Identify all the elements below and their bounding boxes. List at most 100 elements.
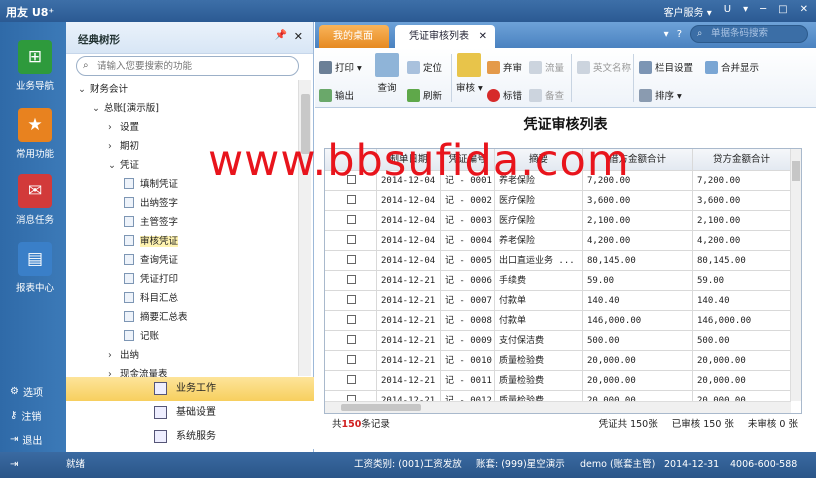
cell-debit: 4,200.00 (583, 231, 693, 251)
close-tab-icon[interactable]: ✕ (479, 25, 487, 48)
table-row[interactable]: 2014-12-21 记 - 0009 支付保洁费 500.00 500.00 (325, 331, 791, 351)
tree-leaf-abstract-summary[interactable]: 摘要汇总表 (124, 308, 188, 327)
row-checkbox-cell (325, 251, 377, 271)
table-row[interactable]: 2014-12-21 记 - 0007 付款单 140.40 140.40 (325, 291, 791, 311)
row-checkbox[interactable] (347, 175, 356, 184)
row-checkbox[interactable] (347, 335, 356, 344)
header-abstract[interactable]: 摘要 (495, 149, 583, 171)
english-name-button[interactable]: 英文名称 (577, 60, 631, 74)
tab-voucher-audit[interactable]: 凭证审核列表 ✕ (395, 25, 495, 48)
scroll-thumb[interactable] (792, 161, 800, 181)
header-credit[interactable]: 贷方金额合计 (693, 149, 791, 171)
table-hscrollbar[interactable] (325, 401, 791, 413)
row-checkbox[interactable] (347, 375, 356, 384)
remark-button[interactable]: 备查 (529, 88, 564, 102)
tree-node-opening[interactable]: › 期初 (108, 137, 139, 156)
locate-button[interactable]: 定位 (407, 60, 442, 74)
header-date[interactable]: 制单日期 (377, 149, 441, 171)
maximize-button[interactable]: □ (778, 4, 787, 19)
tab-menu-icon[interactable]: ▾ (664, 29, 669, 40)
tree-leaf-query-voucher[interactable]: 查询凭证 (124, 251, 178, 270)
tree-node-gl[interactable]: ⌄ 总账[演示版] (92, 99, 159, 118)
row-checkbox-cell (325, 271, 377, 291)
header-voucher-no[interactable]: 凭证编号 (441, 149, 495, 171)
mark-error-button[interactable]: 标错 (487, 88, 522, 102)
table-row[interactable]: 2014-12-04 记 - 0002 医疗保险 3,600.00 3,600.00 (325, 191, 791, 211)
u-menu[interactable]: U (724, 4, 731, 19)
tree-node-finance[interactable]: ⌄ 财务会计 (78, 80, 128, 99)
status-toggle-icon[interactable]: ⇥ (10, 452, 18, 478)
row-checkbox[interactable] (347, 215, 356, 224)
dropdown-icon[interactable]: ▾ (743, 4, 748, 19)
logout-button[interactable]: ⚷ 注销 (10, 408, 41, 423)
export-button[interactable]: 输出 (319, 88, 354, 102)
table-row[interactable]: 2014-12-04 记 - 0001 养老保险 7,200.00 7,200.00 (325, 171, 791, 191)
help-icon[interactable]: ? (677, 29, 682, 40)
nav-common[interactable]: ★ 常用功能 (6, 108, 64, 160)
scroll-thumb[interactable] (341, 404, 421, 411)
group-system-service[interactable]: 系统服务 (66, 425, 314, 449)
row-checkbox[interactable] (347, 255, 356, 264)
cell-date: 2014-12-21 (377, 351, 441, 371)
tree-scrollbar[interactable] (298, 80, 311, 376)
row-checkbox[interactable] (347, 315, 356, 324)
close-button[interactable]: ✕ (800, 4, 808, 19)
group-business-work[interactable]: 业务工作 (66, 377, 314, 401)
list-footer: 共150条记录 凭证共 150张 已审核 150 张 未审核 0 张 (324, 414, 802, 436)
tree-leaf-account-summary[interactable]: 科目汇总 (124, 289, 178, 308)
row-checkbox[interactable] (347, 235, 356, 244)
column-setting-button[interactable]: 栏目设置 (639, 60, 693, 74)
cell-date: 2014-12-04 (377, 191, 441, 211)
table-row[interactable]: 2014-12-04 记 - 0005 出口直运业务 ... 80,145.00 80,… (325, 251, 791, 271)
refresh-button[interactable]: 刷新 (407, 88, 442, 102)
flow-button[interactable]: 流量 (529, 60, 564, 74)
tree-leaf-posting[interactable]: 记账 (124, 327, 159, 346)
query-button[interactable]: 查询 (375, 53, 399, 94)
scroll-thumb[interactable] (301, 94, 310, 154)
sort-button[interactable]: 排序 ▾ (639, 88, 682, 102)
tree-node-cashier[interactable]: › 出纳 (108, 346, 139, 365)
tree-leaf-print-voucher[interactable]: 凭证打印 (124, 270, 178, 289)
pin-icon[interactable]: 📌 (275, 30, 287, 41)
table-row[interactable]: 2014-12-04 记 - 0004 养老保险 4,200.00 4,200.00 (325, 231, 791, 251)
row-checkbox[interactable] (347, 275, 356, 284)
group-basic-settings[interactable]: 基础设置 (66, 401, 314, 425)
table-row[interactable]: 2014-12-21 记 - 0011 质量检验费 20,000.00 20,000.0… (325, 371, 791, 391)
tree-leaf-supervisor-sign[interactable]: 主管签字 (124, 213, 178, 232)
barcode-search[interactable]: ⌕ 单据条码搜索 (690, 25, 808, 43)
table-vscrollbar[interactable] (790, 149, 801, 401)
audit-button[interactable]: 审核 ▾ (456, 53, 483, 94)
table-row[interactable]: 2014-12-21 记 - 0006 手续费 59.00 59.00 (325, 271, 791, 291)
options-button[interactable]: ⚙ 选项 (10, 384, 43, 399)
customer-service-menu[interactable]: 客户服务 ▾ (664, 4, 712, 19)
minimize-button[interactable]: ─ (760, 4, 766, 19)
close-icon[interactable]: ✕ (294, 30, 303, 43)
list-title: 凭证审核列表 (523, 117, 608, 133)
exit-button[interactable]: ⇥ 退出 (10, 432, 42, 447)
header-select[interactable] (325, 149, 377, 171)
tree-leaf-fill-voucher[interactable]: 填制凭证 (124, 175, 178, 194)
row-checkbox[interactable] (347, 195, 356, 204)
row-checkbox[interactable] (347, 355, 356, 364)
status-phone: 4006-600-588 (730, 459, 798, 470)
tree-leaf-audit-voucher[interactable]: 审核凭证 (124, 232, 179, 251)
cell-abstract: 出口直运业务 ... (495, 251, 583, 271)
merge-display-button[interactable]: 合并显示 (705, 60, 759, 74)
header-debit[interactable]: 借方金额合计 (583, 149, 693, 171)
row-checkbox[interactable] (347, 295, 356, 304)
tree-node-voucher[interactable]: ⌄ 凭证 (108, 156, 139, 175)
nav-business[interactable]: ⊞ 业务导航 (6, 40, 64, 92)
abandon-audit-button[interactable]: 弃审 (487, 60, 522, 74)
app-logo: 用友 U8⁺ (6, 6, 55, 19)
nav-messages[interactable]: ✉ 消息任务 (6, 174, 64, 226)
table-row[interactable]: 2014-12-04 记 - 0003 医疗保险 2,100.00 2,100.00 (325, 211, 791, 231)
tree-search[interactable]: ⌕ (76, 56, 299, 76)
print-button[interactable]: 打印 ▾ (319, 60, 362, 74)
nav-reports[interactable]: ▤ 报表中心 (6, 242, 64, 294)
tree-node-settings[interactable]: › 设置 (108, 118, 139, 137)
tab-desktop[interactable]: 我的桌面 (319, 25, 389, 48)
table-row[interactable]: 2014-12-21 记 - 0010 质量检验费 20,000.00 20,000.0… (325, 351, 791, 371)
tree-search-input[interactable] (97, 59, 293, 73)
tree-leaf-cashier-sign[interactable]: 出纳签字 (124, 194, 178, 213)
table-row[interactable]: 2014-12-21 记 - 0008 付款单 146,000.00 146,000.0… (325, 311, 791, 331)
